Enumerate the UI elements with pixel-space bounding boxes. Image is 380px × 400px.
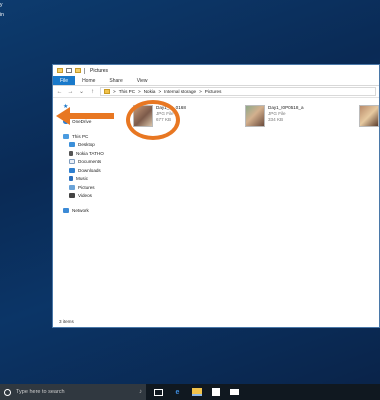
phone-icon [69,150,73,156]
sidebar-item-label: Downloads [78,167,101,173]
breadcrumb-nokia[interactable]: Nokia [144,89,156,94]
tab-share[interactable]: Share [102,76,129,85]
sidebar-item-network[interactable]: Network [53,206,113,215]
up-arrow-icon[interactable]: ↑ [89,89,96,95]
breadcrumb-pictures[interactable]: Pictures [205,89,222,94]
microphone-icon[interactable]: ♪ [139,389,142,395]
folder-icon [57,68,63,73]
sidebar-item-label: Nokia TATHO [76,150,104,156]
tab-file[interactable]: File [53,76,76,85]
sidebar-item-desktop[interactable]: Desktop [53,141,113,150]
file-explorer-icon[interactable] [192,388,202,396]
file-item[interactable]: Day1_I0P0518_a JPG File 334 KB [245,105,304,127]
network-icon [63,207,69,213]
breadcrumb-sep: > [113,89,116,94]
taskbar: Type here to search ♪ e [0,384,380,400]
sidebar-item-label: Network [72,207,89,213]
folder-icon [104,89,110,94]
download-icon [69,167,75,173]
desktop-label-2: in [0,12,4,18]
title-bar: Pictures [53,65,379,76]
sidebar-item-label: Music [76,176,88,182]
sidebar-item-downloads[interactable]: Downloads [53,166,113,175]
sidebar-item-this-pc[interactable]: This PC [53,132,113,141]
sidebar-item-label: This PC [72,133,89,139]
left-arrow-annotation [56,107,114,125]
file-size: 334 KB [268,117,284,122]
computer-icon [63,133,69,139]
pictures-icon [69,184,75,190]
highlight-circle [126,100,180,140]
breadcrumb-sep: > [158,89,162,94]
sidebar-item-music[interactable]: Music [53,175,113,184]
breadcrumb-sep: > [138,89,141,94]
file-item[interactable] [359,105,379,127]
music-icon [69,176,73,182]
forward-arrow-icon[interactable]: → [67,89,74,95]
status-bar: 3 items [59,319,74,324]
window-title: Pictures [90,67,109,74]
sidebar-item-nokia[interactable]: Nokia TATHO [53,149,113,158]
edge-icon[interactable]: e [173,388,182,397]
sidebar-item-label: Documents [78,159,102,165]
document-icon [69,159,75,165]
address-bar: ← → ⌄ ↑ > This PC > Nokia > Internal sto… [53,86,379,98]
navigation-pane: ★ OneDrive This PC Desktop Nokia TATHO D… [53,99,113,317]
desktop-label-1: y [0,2,3,8]
store-icon[interactable] [212,388,220,396]
breadcrumb-sep: > [199,89,202,94]
mail-icon[interactable] [230,389,239,395]
image-thumbnail [359,105,379,127]
new-folder-icon[interactable] [75,68,81,73]
desktop-text: y in [0,0,4,20]
properties-icon[interactable] [66,68,72,73]
videos-icon [69,193,75,199]
cortana-icon[interactable] [4,388,11,396]
taskbar-search[interactable]: Type here to search ♪ [0,384,146,400]
explorer-body: ★ OneDrive This PC Desktop Nokia TATHO D… [53,99,379,317]
task-view-icon[interactable] [154,388,163,396]
desktop-icon [69,142,75,148]
tab-home[interactable]: Home [75,76,102,85]
breadcrumb-internal-storage[interactable]: Internal storage [164,89,196,94]
file-meta: Day1_I0P0518_a JPG File 334 KB [268,105,304,127]
recent-chevron-icon[interactable]: ⌄ [78,88,85,95]
breadcrumb-this-pc[interactable]: This PC [119,89,135,94]
sidebar-item-documents[interactable]: Documents [53,158,113,167]
tab-view[interactable]: View [130,76,155,85]
ribbon-tabs: File Home Share View [53,76,379,86]
image-thumbnail [245,105,265,127]
sidebar-item-videos[interactable]: Videos [53,192,113,201]
sidebar-item-label: Pictures [78,184,95,190]
toolbar-divider [84,67,85,74]
sidebar-item-label: Videos [78,193,92,199]
sidebar-item-pictures[interactable]: Pictures [53,183,113,192]
breadcrumb[interactable]: > This PC > Nokia > Internal storage > P… [100,87,376,96]
back-arrow-icon[interactable]: ← [56,89,63,95]
sidebar-item-label: Desktop [78,142,95,148]
file-explorer-window: Pictures File Home Share View ← → ⌄ ↑ > … [52,64,380,328]
search-placeholder: Type here to search [16,389,65,395]
taskbar-apps: e [146,388,239,397]
